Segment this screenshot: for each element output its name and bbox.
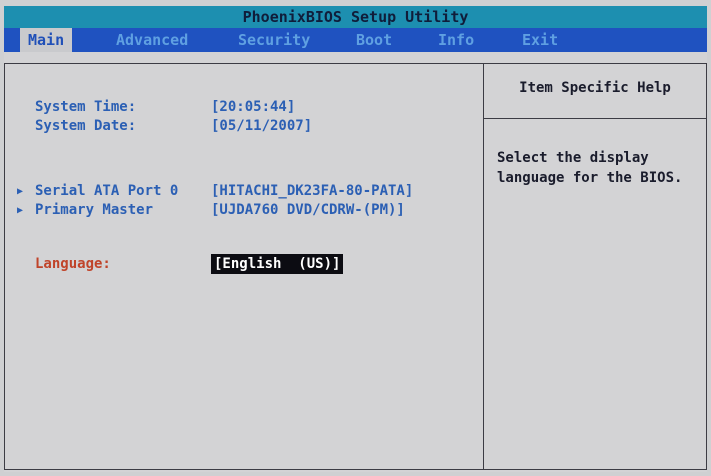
submenu-icon: ▶ — [17, 186, 24, 197]
menu-bar: Main Advanced Security Boot Info Exit — [4, 28, 707, 52]
system-time-label: System Time: — [35, 99, 137, 115]
tab-security[interactable]: Security — [230, 28, 318, 52]
language-value[interactable]: [English (US)] — [211, 254, 344, 274]
help-divider — [484, 118, 706, 119]
tab-main[interactable]: Main — [20, 28, 73, 52]
language-label: Language: — [35, 256, 111, 272]
primary-master-value: [UJDA760 DVD/CDRW-(PM)] — [211, 202, 405, 218]
bios-screen: PhoenixBIOS Setup Utility Main Advanced … — [4, 6, 707, 472]
serial-ata-port0-label[interactable]: Serial ATA Port 0 — [35, 183, 178, 199]
system-time-value[interactable]: [20:05:44] — [211, 99, 295, 115]
help-title: Item Specific Help — [519, 80, 671, 96]
system-date-value[interactable]: [05/11/2007] — [211, 118, 312, 134]
panel-divider — [483, 64, 484, 469]
submenu-icon: ▶ — [17, 205, 24, 216]
primary-master-label[interactable]: Primary Master — [35, 202, 153, 218]
tab-advanced[interactable]: Advanced — [108, 28, 196, 52]
tab-boot[interactable]: Boot — [348, 28, 400, 52]
system-date-label: System Date: — [35, 118, 137, 134]
tab-info[interactable]: Info — [430, 28, 482, 52]
tab-exit[interactable]: Exit — [514, 28, 566, 52]
help-text: Select the display language for the BIOS… — [497, 150, 683, 186]
main-panel: Item Specific Help Select the display la… — [4, 63, 707, 470]
serial-ata-port0-value: [HITACHI_DK23FA-80-PATA] — [211, 183, 414, 199]
window-title: PhoenixBIOS Setup Utility — [4, 6, 707, 28]
